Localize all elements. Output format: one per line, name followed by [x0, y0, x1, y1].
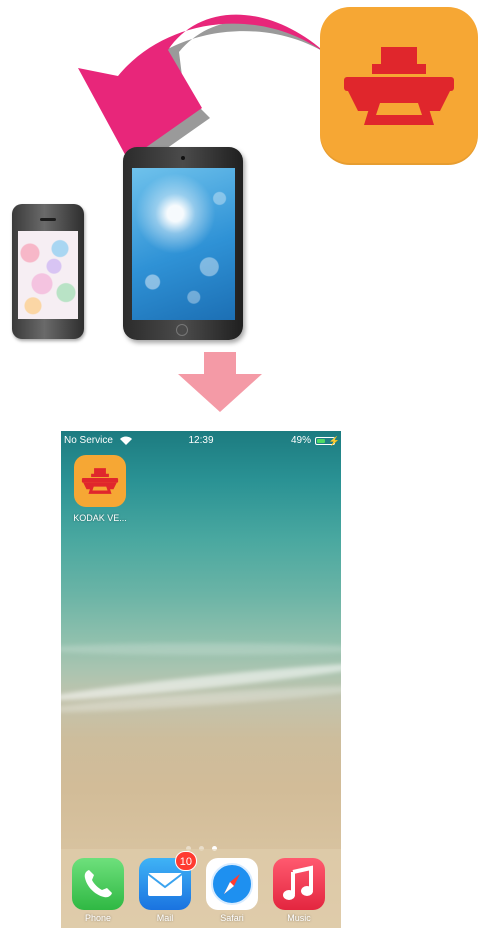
down-arrow-icon — [178, 352, 262, 412]
tablet-screen — [132, 168, 235, 320]
dock: Phone 10 Mail Safari Music — [61, 849, 341, 928]
phone-handset-glyph — [84, 870, 112, 898]
curved-arrow-icon — [78, 14, 336, 170]
tablet-device — [123, 147, 243, 340]
music-note-glyph — [283, 865, 313, 900]
speaker-grille — [40, 218, 56, 221]
iphone-home-screen: No Service 12:39 49% ⚡ KODAK VE... Phone… — [61, 431, 341, 928]
dock-label: Mail — [156, 913, 174, 923]
kodak-app-icon-large — [320, 7, 478, 165]
app-label: KODAK VE... — [73, 513, 127, 523]
kodak-printer-icon[interactable] — [74, 455, 126, 507]
status-bar: No Service 12:39 49% ⚡ — [61, 431, 341, 451]
camera-dot — [181, 156, 185, 160]
mail-icon[interactable]: 10 — [139, 851, 197, 910]
phone-icon[interactable] — [72, 858, 124, 910]
compass-glyph — [211, 863, 253, 905]
compass-icon[interactable] — [206, 858, 258, 910]
dock-label: Phone — [84, 913, 112, 923]
dock-app-music[interactable]: Music — [272, 858, 326, 923]
install-illustration — [0, 0, 482, 412]
dock-app-phone[interactable]: Phone — [71, 858, 125, 923]
printer-icon — [81, 468, 119, 494]
charging-icon: ⚡ — [328, 436, 340, 446]
wave-foam — [61, 643, 341, 655]
notification-badge: 10 — [174, 851, 197, 871]
dock-label: Safari — [220, 913, 244, 923]
app-kodak[interactable]: KODAK VE... — [73, 455, 127, 523]
music-note-icon[interactable] — [273, 858, 325, 910]
dock-app-mail[interactable]: 10 Mail — [138, 851, 197, 923]
smartphone-device — [12, 204, 84, 339]
battery-percent: 49% — [290, 435, 311, 446]
dock-label: Music — [287, 913, 311, 923]
printer-icon — [344, 47, 454, 125]
home-button — [176, 324, 188, 336]
smartphone-screen — [18, 231, 78, 319]
dock-app-safari[interactable]: Safari — [205, 858, 259, 923]
battery-level — [317, 439, 325, 443]
